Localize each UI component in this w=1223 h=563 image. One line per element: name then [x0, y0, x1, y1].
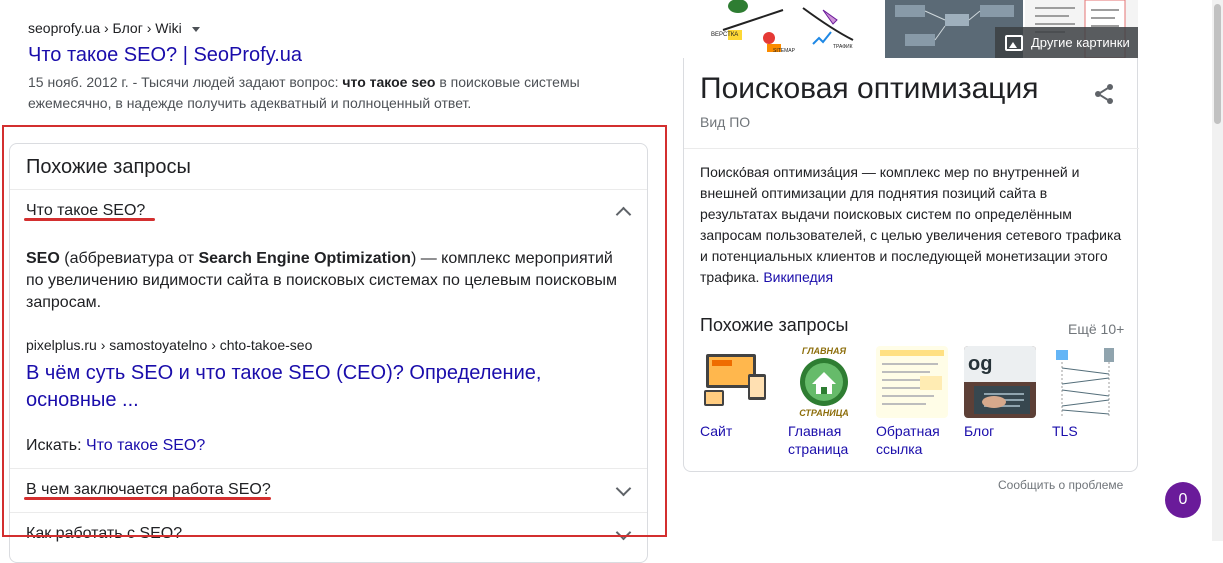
knowledge-panel-description: Поиско́вая оптимиза́ция — комплекс мер п… — [700, 162, 1125, 288]
related-item-blog[interactable]: og Блог — [964, 346, 1044, 440]
result-title-link[interactable]: Что такое SEO? | SeoProfy.ua — [28, 44, 302, 67]
image-icon — [1005, 35, 1023, 51]
knowledge-panel: Поисковая оптимизация Вид ПО Поиско́вая … — [683, 58, 1139, 472]
result-date: 15 нояб. 2012 г. - — [28, 74, 138, 90]
related-label: Обратная ссылка — [876, 423, 940, 457]
related-item-site[interactable]: Сайт — [700, 346, 780, 440]
svg-text:SITEMAP: SITEMAP — [773, 48, 796, 54]
related-thumbnail-backlink — [876, 346, 948, 418]
related-item-tls[interactable]: TLS — [1052, 346, 1132, 440]
svg-text:og: og — [968, 353, 992, 375]
snippet-bold: что такое seo — [342, 74, 436, 90]
wikipedia-link[interactable]: Википедия — [763, 269, 833, 285]
result-breadcrumb[interactable]: seoprofy.ua › Блог › Wiki — [28, 20, 200, 36]
divider — [684, 148, 1139, 149]
result-snippet: 15 нояб. 2012 г. - Тысячи людей задают в… — [28, 72, 628, 114]
svg-text:ГЛАВНАЯ: ГЛАВНАЯ — [802, 346, 847, 356]
knowledge-panel-subtitle: Вид ПО — [700, 114, 751, 130]
more-images-button[interactable]: Другие картинки — [995, 27, 1138, 58]
knowledge-panel-title: Поисковая оптимизация — [700, 72, 1039, 105]
more-images-label: Другие картинки — [1031, 35, 1130, 50]
red-highlight-annotation — [2, 125, 667, 537]
related-thumbnail-site — [700, 346, 772, 418]
scrollbar-thumb[interactable] — [1214, 4, 1221, 124]
related-label: Главная страница — [788, 423, 849, 457]
report-problem-link[interactable]: Сообщить о проблеме — [998, 478, 1123, 492]
related-label: Сайт — [700, 423, 733, 439]
svg-text:СТРАНИЦА: СТРАНИЦА — [799, 408, 849, 418]
description-text: Поиско́вая оптимиза́ция — комплекс мер п… — [700, 164, 1122, 285]
svg-text:ТРАФИК: ТРАФИК — [833, 44, 853, 50]
share-icon[interactable] — [1092, 82, 1116, 106]
related-item-homepage[interactable]: ГЛАВНАЯ СТРАНИЦА Главная страница — [788, 346, 868, 458]
notification-badge[interactable]: 0 — [1165, 482, 1201, 518]
related-searches-heading: Похожие запросы — [700, 315, 849, 335]
snippet-text-pre: Тысячи людей задают вопрос: — [137, 74, 343, 90]
related-thumbnail-blog: og — [964, 346, 1036, 418]
related-label: Блог — [964, 423, 995, 439]
result-breadcrumb-text: seoprofy.ua › Блог › Wiki — [28, 20, 182, 36]
related-thumbnail-homepage: ГЛАВНАЯ СТРАНИЦА — [788, 346, 860, 418]
related-item-backlink[interactable]: Обратная ссылка — [876, 346, 956, 458]
related-label: TLS — [1052, 423, 1078, 439]
related-thumbnail-tls — [1052, 346, 1124, 418]
more-related-link[interactable]: Ещё 10+ — [1068, 321, 1124, 337]
seo-diagram-image[interactable]: ВЕРСТКА SITEMAP ТРАФИК — [683, 0, 882, 58]
svg-text:ВЕРСТКА: ВЕРСТКА — [711, 32, 738, 38]
dropdown-caret-icon[interactable] — [191, 26, 200, 32]
